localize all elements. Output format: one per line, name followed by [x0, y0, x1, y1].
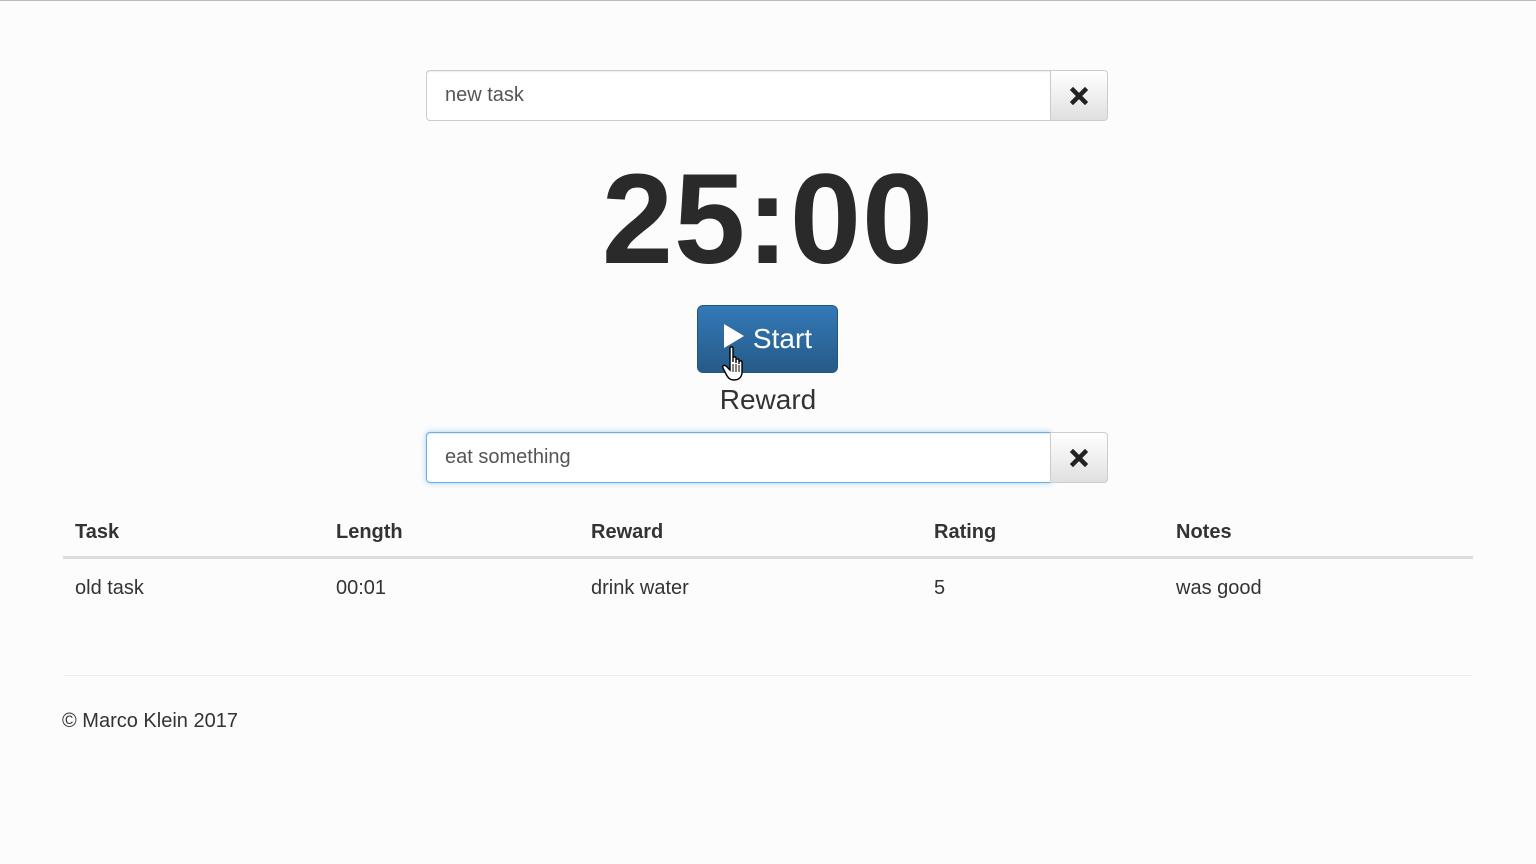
clear-task-button[interactable] — [1050, 70, 1108, 121]
start-button-label: Start — [752, 323, 813, 354]
table-header-row: Task Length Reward Rating Notes — [63, 508, 1473, 559]
start-button[interactable]: Start — [697, 305, 838, 373]
timer-display: 25:00 — [601, 148, 935, 291]
task-input[interactable] — [426, 70, 1051, 121]
footer-divider — [63, 675, 1473, 676]
column-header-notes: Notes — [1164, 508, 1473, 559]
column-header-reward: Reward — [579, 508, 922, 559]
times-icon — [1070, 86, 1088, 105]
column-header-rating: Rating — [922, 508, 1164, 559]
footer-copyright: © Marco Klein 2017 — [62, 710, 238, 732]
reward-title: Reward — [719, 384, 817, 415]
column-header-task: Task — [63, 508, 324, 559]
reward-input[interactable] — [426, 432, 1051, 483]
cell-reward: drink water — [591, 576, 689, 599]
cell-task: old task — [75, 576, 144, 599]
times-icon — [1070, 448, 1088, 467]
cell-notes: was good — [1176, 576, 1262, 599]
table-row: old task 00:01 drink water 5 was good — [63, 558, 1473, 618]
reward-input-group — [426, 432, 1109, 483]
cell-rating: 5 — [934, 576, 946, 599]
column-header-length: Length — [324, 508, 579, 559]
history-table: Task Length Reward Rating Notes old task… — [63, 508, 1473, 617]
clear-reward-button[interactable] — [1050, 432, 1108, 483]
top-border — [0, 0, 1536, 1]
cell-length: 00:01 — [336, 576, 387, 599]
hand-cursor-icon — [722, 346, 748, 389]
task-input-group — [426, 70, 1109, 121]
